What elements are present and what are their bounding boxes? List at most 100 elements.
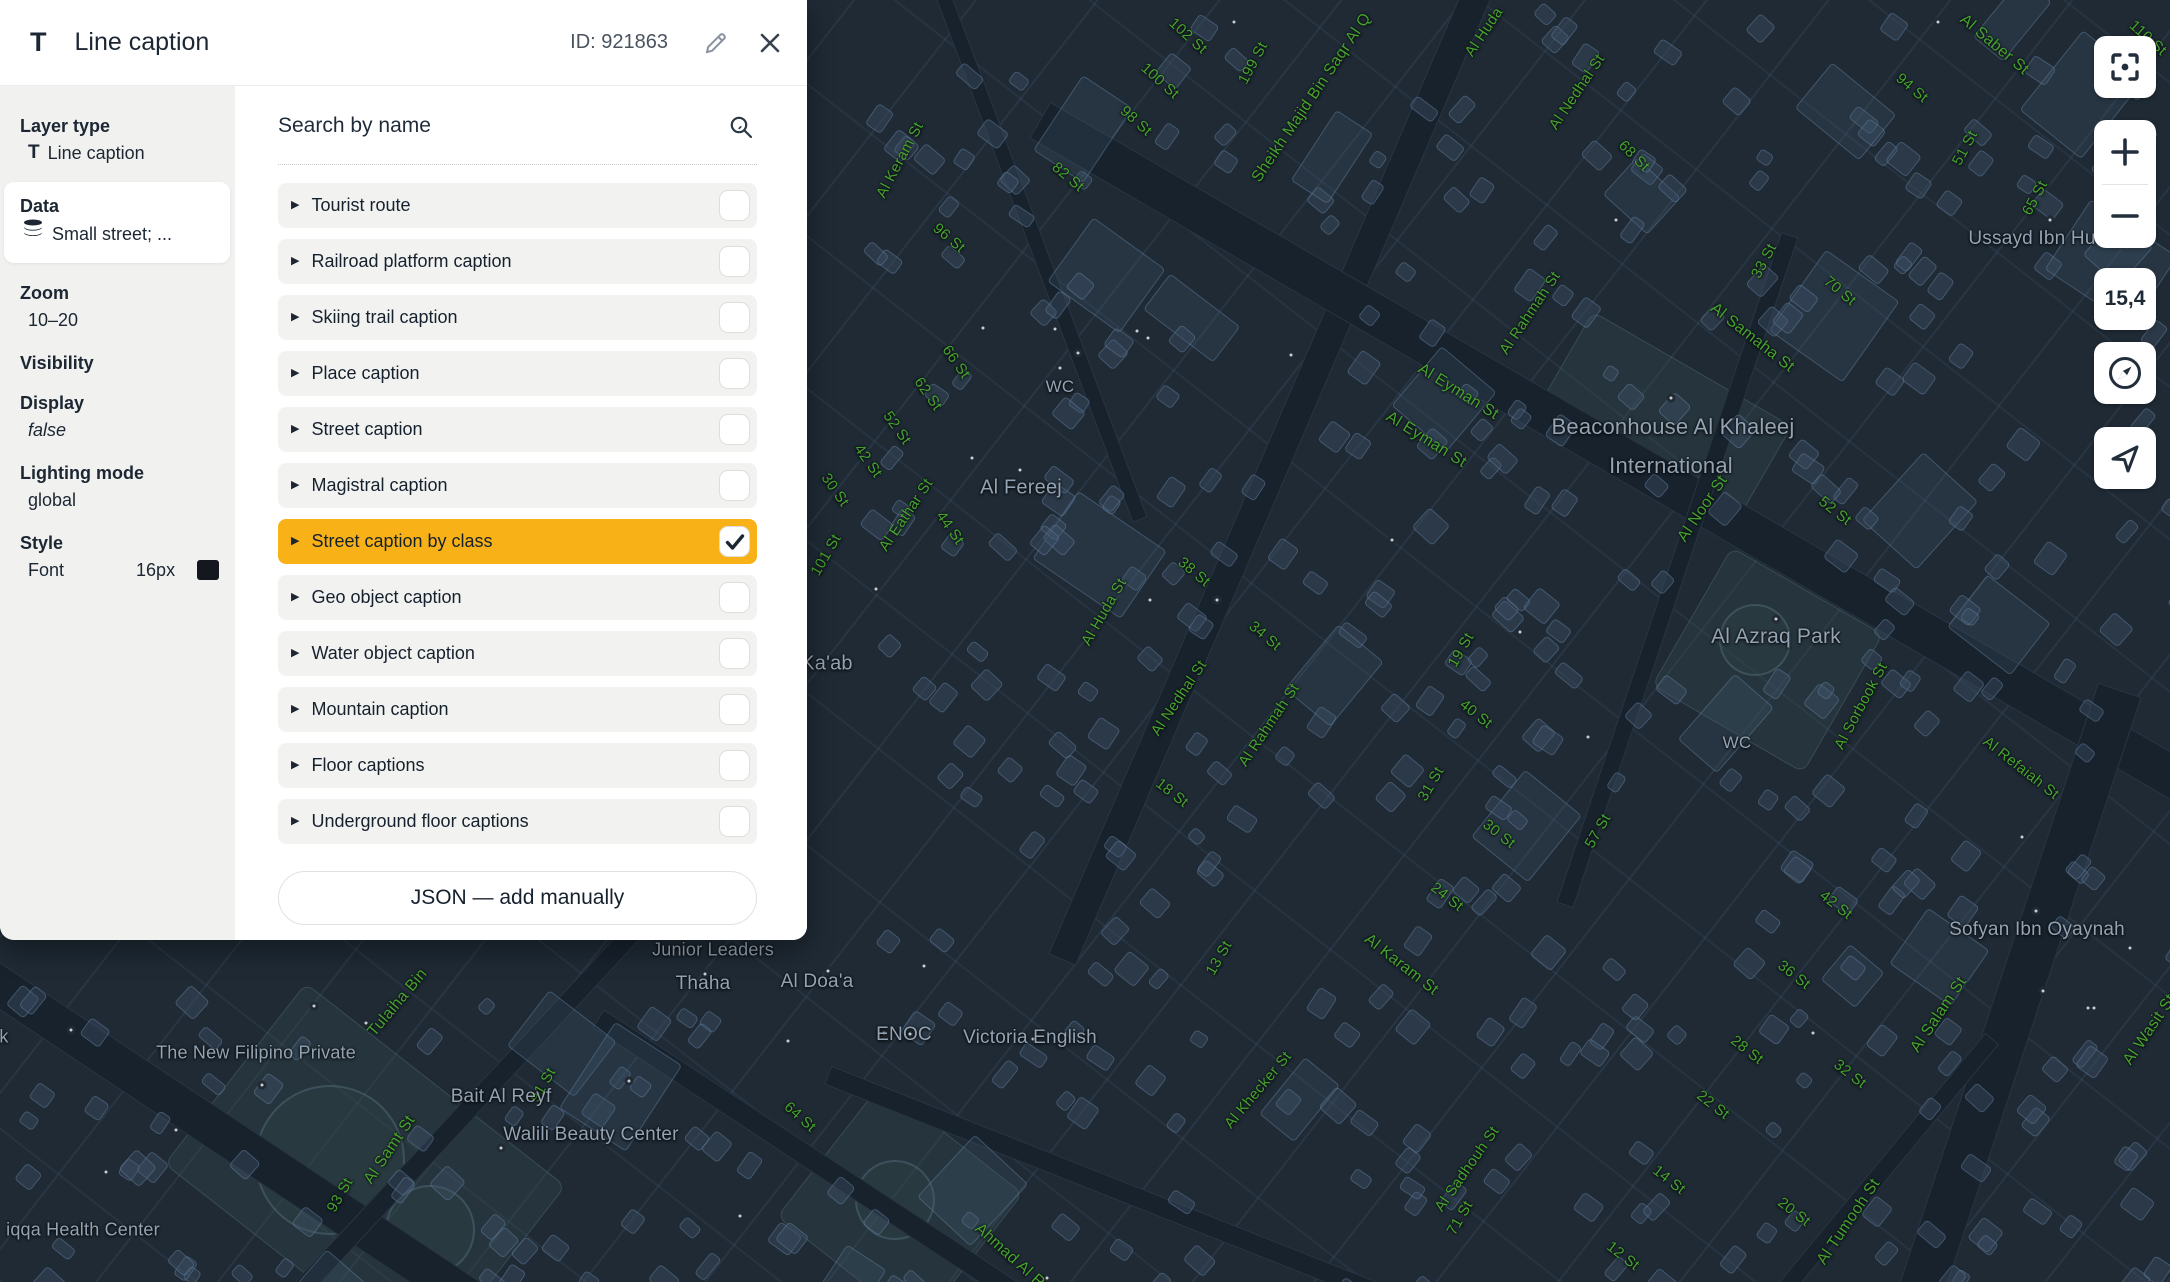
compass-button[interactable] (2094, 342, 2156, 404)
layer-list-item[interactable]: ▶Water object caption (278, 631, 757, 676)
map-building (1187, 827, 1207, 847)
layer-type-label: Layer type (20, 114, 229, 138)
zoom-label: Zoom (20, 281, 229, 305)
expand-arrow-icon[interactable]: ▶ (291, 312, 299, 323)
checkbox-unchecked[interactable] (719, 638, 750, 669)
map-building (1475, 1016, 1506, 1048)
map-poi-dot (1772, 615, 1781, 624)
map-building (1380, 692, 1412, 724)
checkbox-unchecked[interactable] (719, 694, 750, 725)
map-poi-dot (1667, 394, 1676, 403)
expand-arrow-icon[interactable]: ▶ (291, 816, 299, 827)
map-building (1721, 86, 1752, 116)
layer-list-item[interactable]: ▶Skiing trail caption (278, 295, 757, 340)
map-street-label: 22 St (1693, 1087, 1732, 1123)
map-building (1182, 1244, 1216, 1278)
map-building (1794, 1071, 1814, 1090)
sidebar-item-lighting-mode[interactable]: Lighting mode global (20, 445, 229, 515)
layer-list-item[interactable]: ▶Floor captions (278, 743, 757, 788)
json-add-manually-button[interactable]: JSON — add manually (278, 871, 757, 925)
expand-arrow-icon[interactable]: ▶ (291, 760, 299, 771)
layer-list-item[interactable]: ▶Place caption (278, 351, 757, 396)
expand-arrow-icon[interactable]: ▶ (291, 200, 299, 211)
text-layer-icon: T (28, 138, 40, 168)
map-building (1155, 384, 1181, 409)
font-color-swatch[interactable] (197, 560, 219, 580)
layer-item-label: Underground floor captions (311, 811, 528, 832)
expand-arrow-icon[interactable]: ▶ (291, 592, 299, 603)
checkbox-unchecked[interactable] (719, 414, 750, 445)
map-building (864, 103, 894, 135)
layer-list-item[interactable]: ▶Railroad platform caption (278, 239, 757, 284)
map-place-label: Al Fereej (980, 477, 1062, 500)
map-building (1523, 485, 1551, 516)
checkbox-unchecked[interactable] (719, 302, 750, 333)
map-building (1878, 12, 1909, 43)
layer-list-item[interactable]: ▶Geo object caption (278, 575, 757, 620)
fullscreen-button[interactable] (2094, 36, 2156, 98)
map-street-label: 28 St (1727, 1032, 1766, 1068)
map-poi-dot (2018, 833, 2027, 842)
sidebar-item-visibility[interactable]: Visibility (20, 335, 229, 375)
expand-arrow-icon[interactable]: ▶ (291, 480, 299, 491)
layer-list-item[interactable]: ▶ Underground floor captions (278, 799, 757, 844)
map-building (1018, 830, 1046, 860)
display-value: false (28, 415, 66, 445)
map-building (2098, 612, 2134, 648)
map-building (2033, 540, 2069, 576)
map-place-label: Al Azraq Park (1711, 625, 1841, 649)
search-icon[interactable] (727, 113, 755, 146)
sidebar-item-style[interactable]: Style Font 16px (20, 515, 229, 585)
plus-icon (2109, 136, 2141, 168)
layer-list-item[interactable]: ▶Tourist route (278, 183, 757, 228)
expand-arrow-icon[interactable]: ▶ (291, 256, 299, 267)
edit-icon[interactable] (701, 28, 731, 58)
checkbox-unchecked[interactable] (719, 582, 750, 613)
map-building (29, 1082, 57, 1109)
map-building (1947, 342, 1975, 371)
search-field[interactable]: Search by name (278, 105, 757, 165)
checkbox-unchecked[interactable] (719, 470, 750, 501)
map-poi-dot (872, 585, 881, 594)
map-building (1874, 367, 1905, 398)
map-building (694, 1252, 722, 1282)
locate-button[interactable] (2094, 427, 2156, 489)
map-place-label: Beaconhouse Al Khaleej (1552, 414, 1795, 440)
expand-arrow-icon[interactable]: ▶ (291, 424, 299, 435)
map-building (1305, 986, 1337, 1020)
layer-list-item[interactable]: ▶Magistral caption (278, 463, 757, 508)
map-building (1086, 961, 1114, 988)
zoom-level-badge[interactable]: 15,4 (2094, 268, 2156, 330)
layer-list-item[interactable]: ▶Street caption by class (278, 519, 757, 564)
layer-list-item[interactable]: ▶Mountain caption (278, 687, 757, 732)
checkbox-unchecked[interactable] (719, 806, 750, 837)
map-building (1143, 273, 1240, 362)
map-building (1935, 189, 1963, 217)
expand-arrow-icon[interactable]: ▶ (291, 704, 299, 715)
map-building (1533, 2, 1557, 26)
close-icon[interactable] (755, 28, 785, 58)
data-value: Small street; ... (52, 219, 172, 249)
map-place-label: Al Doa'a (781, 971, 854, 993)
expand-arrow-icon[interactable]: ▶ (291, 536, 299, 547)
checkbox-unchecked[interactable] (719, 246, 750, 277)
zoom-out-button[interactable] (2094, 185, 2156, 248)
sidebar-item-layer-type[interactable]: Layer type T Line caption (20, 98, 229, 168)
expand-arrow-icon[interactable]: ▶ (291, 648, 299, 659)
checkbox-unchecked[interactable] (719, 750, 750, 781)
layers-stack-icon (22, 218, 44, 249)
map-poi-dot (1016, 466, 1025, 475)
checkbox-unchecked[interactable] (719, 190, 750, 221)
sidebar-item-data[interactable]: Data Small street; ... (4, 182, 230, 263)
sidebar-item-zoom[interactable]: Zoom 10–20 (20, 265, 229, 335)
checkbox-unchecked[interactable] (719, 358, 750, 389)
map-building (477, 996, 497, 1016)
sidebar-item-display[interactable]: Display false (20, 375, 229, 445)
expand-arrow-icon[interactable]: ▶ (291, 368, 299, 379)
checkbox-checked[interactable] (719, 526, 750, 557)
map-building (953, 148, 977, 172)
map-building (1108, 1237, 1135, 1262)
map-building (1447, 94, 1477, 125)
zoom-in-button[interactable] (2094, 121, 2156, 184)
layer-list-item[interactable]: ▶Street caption (278, 407, 757, 452)
